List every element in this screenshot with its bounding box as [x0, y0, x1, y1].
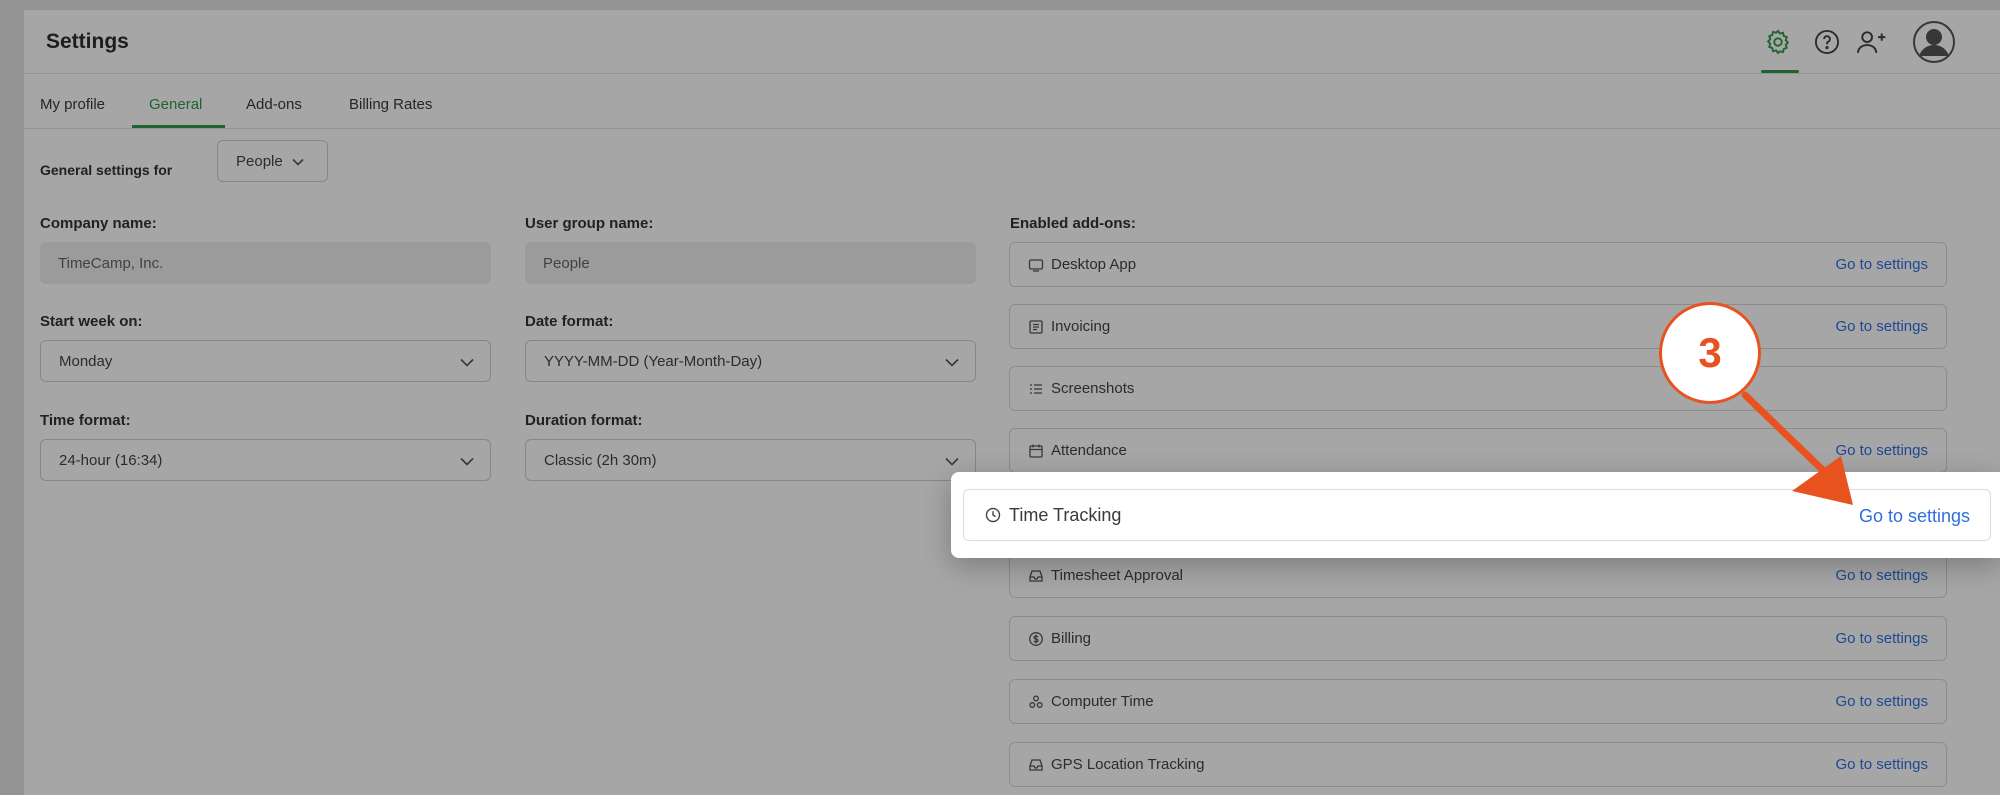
callout-arrow [1741, 391, 1853, 505]
